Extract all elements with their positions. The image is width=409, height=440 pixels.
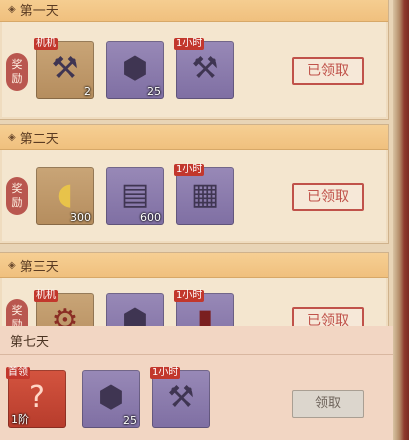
day-title: 第二天 [19, 131, 59, 147]
reward-stamp: 奖 励 [6, 53, 28, 91]
reward-item[interactable]: ⚒ 1小时 [174, 38, 234, 99]
day-title: 第七天 [10, 334, 50, 350]
reward-stamp: 奖 励 [6, 177, 28, 215]
reward-item[interactable]: ⚒ 机机 2 [34, 38, 94, 99]
reward-item[interactable]: ▦ 1小时 [174, 164, 234, 225]
claimed-button[interactable]: 已领取 [292, 183, 364, 211]
reward-item[interactable]: ⬢ 25 [82, 370, 140, 428]
reward-item[interactable]: ? 首领 1阶 [6, 367, 66, 428]
diamond-icon: ◈ [8, 131, 16, 143]
day-card-1: ◈ 第一天 奖 励 ⚒ 机机 2 ⬢ 25 ⚒ 1小时 已领取 [0, 0, 389, 120]
day-card-2: ◈ 第二天 奖 励 ◖ 300 ▤ 600 ▦ 1小时 已领取 [0, 124, 389, 244]
reward-item[interactable]: ⚒ 1小时 [150, 367, 210, 428]
diamond-icon: ◈ [8, 259, 16, 271]
reward-item[interactable]: ▤ 600 [106, 167, 164, 225]
reward-item[interactable]: ⬢ 25 [106, 41, 164, 99]
claimed-button[interactable]: 已领取 [292, 57, 364, 85]
speedup-hammer-icon: ⚒ [191, 51, 219, 86]
claim-button[interactable]: 领取 [292, 390, 364, 418]
ore-icon: ⬢ [97, 380, 125, 415]
day-seven-panel: 第七天 ? 首领 1阶 ⬢ 25 ⚒ 1小时 领取 [0, 326, 393, 440]
day-header: ◈ 第三天 [0, 253, 388, 278]
diamond-icon: ◈ [8, 3, 16, 15]
scroll-bundle-icon: ▤ [120, 177, 150, 212]
frame-border [393, 0, 409, 440]
day-title: 第一天 [19, 3, 59, 19]
reward-item[interactable]: ◖ 300 [36, 167, 94, 225]
speedup-scroll-icon: ▦ [190, 177, 220, 212]
day-header: ◈ 第一天 [0, 0, 388, 22]
gold-ingot-icon: ◖ [57, 177, 73, 212]
speedup-hammer-icon: ⚒ [167, 380, 195, 415]
day-header: ◈ 第二天 [0, 125, 388, 150]
day-title: 第三天 [19, 259, 59, 275]
ore-icon: ⬢ [121, 51, 149, 86]
day-header: 第七天 [0, 326, 393, 355]
hammer-bench-icon: ⚒ [51, 51, 79, 86]
